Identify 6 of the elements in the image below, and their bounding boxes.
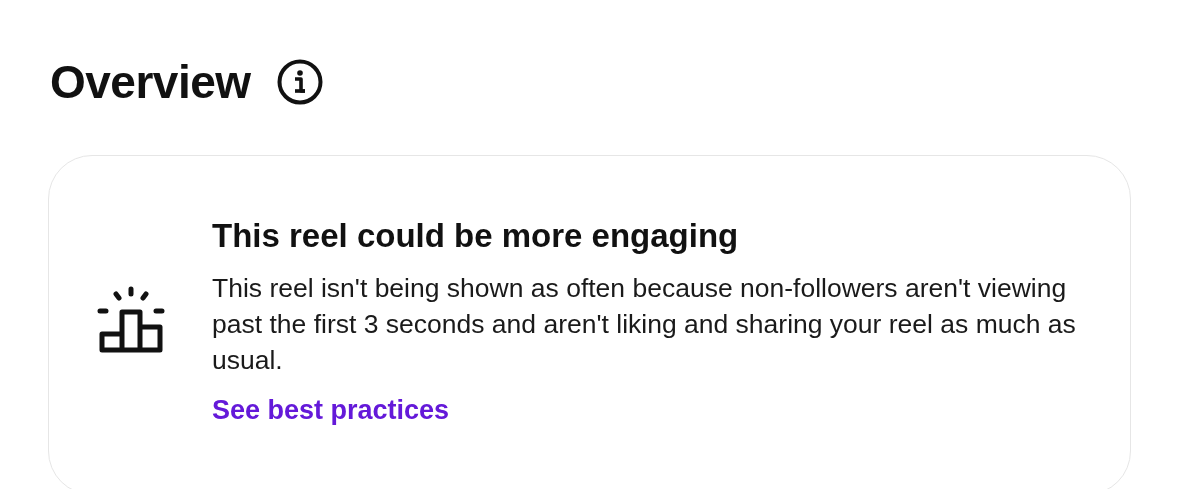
card-description: This reel isn't being shown as often because non-followers aren't viewing past the first 3 seconds and aren't liking and sharing your reel as much as usual. — [212, 272, 1077, 377]
best-practices-link[interactable]: See best practices — [212, 392, 450, 428]
card-title: This reel could be more engaging — [212, 216, 739, 256]
info-icon[interactable] — [276, 59, 323, 105]
page-title: Overview — [50, 55, 251, 110]
podium-icon — [97, 286, 165, 354]
